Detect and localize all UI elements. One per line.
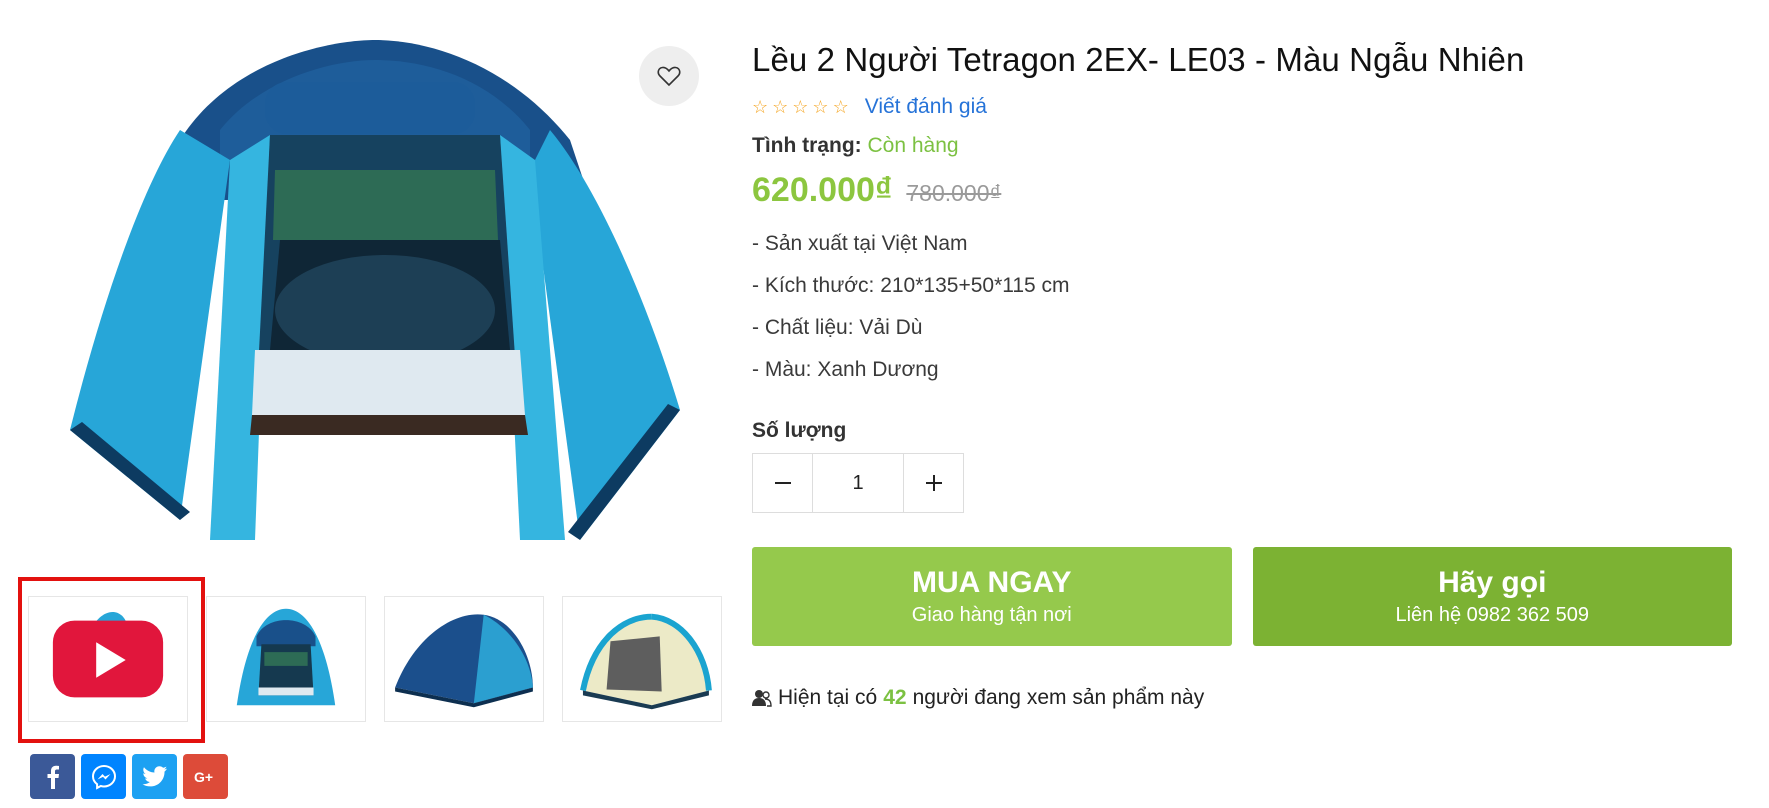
viewers-suffix: người đang xem sản phẩm này [912,686,1205,709]
call-label: Hãy gọi [1438,565,1547,599]
call-sublabel: Liên hệ 0982 362 509 [1395,603,1589,626]
thumbnail-tent-side[interactable] [384,596,544,722]
product-title: Lều 2 Người Tetragon 2EX- LE03 - Màu Ngẫ… [752,41,1525,78]
stock-status: Tình trạng: Còn hàng [752,133,1732,159]
share-google-plus-button[interactable]: G+ [183,754,228,799]
tent-image [70,40,680,540]
heart-icon [657,66,681,87]
messenger-icon [91,764,116,790]
google-plus-icon: G+ [194,769,213,785]
stock-status-value: Còn hàng [867,134,959,157]
share-facebook-button[interactable] [30,754,75,799]
people-icon [752,689,772,707]
quantity-input[interactable] [812,454,904,512]
spec-material: - Chất liệu: Vải Dù [752,316,923,339]
spec-origin: - Sản xuất tại Việt Nam [752,232,968,255]
star-empty-icon: ☆ [832,97,849,117]
thumbnail-video[interactable] [28,596,188,722]
plus-icon [925,475,942,491]
thumbnail-tent-inner[interactable] [562,596,722,722]
spec-color: - Màu: Xanh Dương [752,358,939,381]
quantity-increase-button[interactable] [904,454,963,512]
call-button[interactable]: Hãy gọi Liên hệ 0982 362 509 [1252,547,1732,646]
tent-image [395,614,533,708]
share-twitter-button[interactable] [132,754,177,799]
thumbnail-strip [28,596,722,724]
cta-row: MUA NGAY Giao hàng tận nơi Hãy gọi Liên … [752,547,1732,646]
tent-image [580,613,712,710]
old-price: 780.000₫ [906,180,1002,206]
minus-icon [774,482,791,484]
write-review-link[interactable]: Viết đánh giá [865,95,987,119]
quantity-label: Số lượng [752,419,847,442]
thumbnail-tent-front[interactable] [206,596,366,722]
star-empty-icon: ☆ [812,97,829,117]
current-price: 620.000₫ [752,171,893,209]
quantity-stepper [752,453,964,513]
share-buttons: G+ [30,754,228,799]
wishlist-button[interactable] [639,46,699,106]
buy-now-label: MUA NGAY [912,565,1072,599]
buy-now-sublabel: Giao hàng tận nơi [911,603,1072,626]
stock-status-label: Tình trạng: [752,134,862,157]
product-info: Lều 2 Người Tetragon 2EX- LE03 - Màu Ngẫ… [752,38,1732,710]
star-empty-icon: ☆ [792,97,809,117]
rating-row: ☆ ☆ ☆ ☆ ☆ Viết đánh giá [752,94,1732,120]
share-messenger-button[interactable] [81,754,126,799]
svg-text:G+: G+ [194,769,213,785]
live-viewers: Hiện tại có 42 người đang xem sản phẩm n… [752,686,1732,710]
twitter-icon [141,765,167,786]
product-main-image[interactable] [30,20,720,560]
star-empty-icon: ☆ [772,97,789,117]
buy-now-button[interactable]: MUA NGAY Giao hàng tận nơi [752,547,1232,646]
quantity-decrease-button[interactable] [753,454,812,512]
tent-image [236,608,336,706]
youtube-play-icon [52,620,164,698]
viewers-count: 42 [883,686,907,709]
price-row: 620.000₫ 780.000₫ [752,171,1732,213]
rating-stars: ☆ ☆ ☆ ☆ ☆ [752,98,849,116]
facebook-icon [47,765,59,789]
spec-size: - Kích thước: 210*135+50*115 cm [752,274,1070,297]
product-specs: - Sản xuất tại Việt Nam - Kích thước: 21… [752,223,1732,391]
star-empty-icon: ☆ [752,97,769,117]
viewers-prefix: Hiện tại có [778,686,878,709]
